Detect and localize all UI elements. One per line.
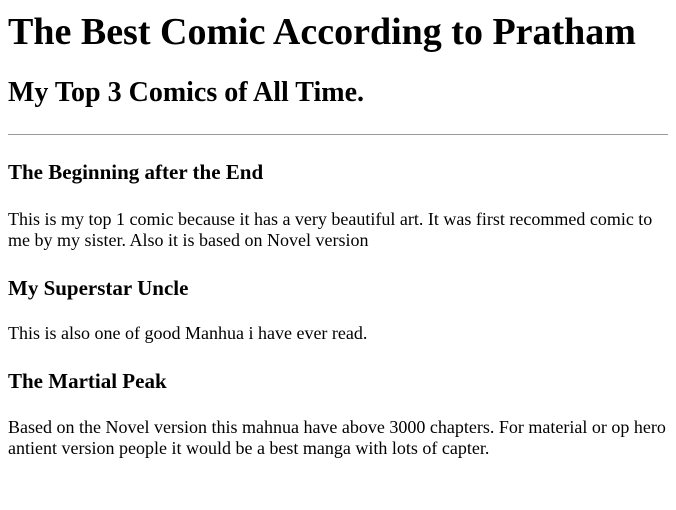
comic-entry-3: The Martial Peak Based on the Novel vers… — [8, 368, 668, 459]
comic-description: Based on the Novel version this mahnua h… — [8, 417, 666, 458]
page-content: The Best Comic According to Pratham My T… — [0, 10, 676, 459]
comic-title: The Beginning after the End — [8, 160, 264, 184]
comic-description: This is my top 1 comic because it has a … — [8, 209, 653, 250]
comic-entry-1: The Beginning after the End This is my t… — [8, 159, 668, 251]
comic-entry-2: My Superstar Uncle This is also one of g… — [8, 275, 668, 344]
comic-description: This is also one of good Manhua i have e… — [8, 323, 368, 343]
page-title: The Best Comic According to Pratham — [8, 11, 636, 53]
comic-title: The Martial Peak — [8, 369, 167, 393]
section-divider — [8, 134, 668, 135]
page-subtitle: My Top 3 Comics of All Time. — [8, 77, 365, 108]
comic-title: My Superstar Uncle — [8, 276, 189, 300]
